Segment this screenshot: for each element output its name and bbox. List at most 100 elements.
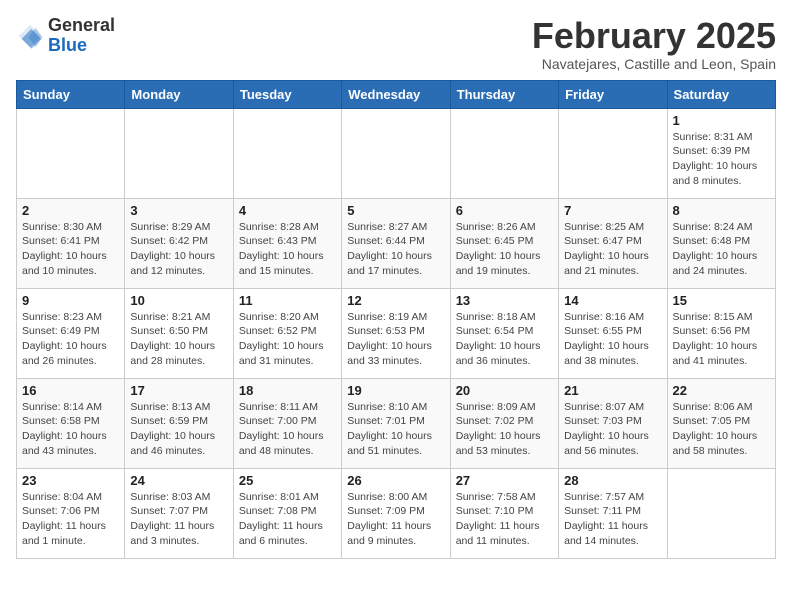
calendar-cell: 17 Sunrise: 8:13 AM Sunset: 6:59 PM Dayli… xyxy=(125,378,233,468)
day-info: Sunrise: 8:23 AM Sunset: 6:49 PM Dayligh… xyxy=(22,310,119,369)
day-number: 16 xyxy=(22,383,119,398)
day-number: 22 xyxy=(673,383,770,398)
day-info: Sunrise: 8:06 AM Sunset: 7:05 PM Dayligh… xyxy=(673,400,770,459)
calendar-cell: 26 Sunrise: 8:00 AM Sunset: 7:09 PM Dayli… xyxy=(342,468,450,558)
calendar-cell: 11 Sunrise: 8:20 AM Sunset: 6:52 PM Dayli… xyxy=(233,288,341,378)
day-info: Sunrise: 8:01 AM Sunset: 7:08 PM Dayligh… xyxy=(239,490,336,549)
day-info: Sunrise: 8:25 AM Sunset: 6:47 PM Dayligh… xyxy=(564,220,661,279)
day-info: Sunrise: 8:16 AM Sunset: 6:55 PM Dayligh… xyxy=(564,310,661,369)
day-number: 1 xyxy=(673,113,770,128)
day-info: Sunrise: 8:20 AM Sunset: 6:52 PM Dayligh… xyxy=(239,310,336,369)
calendar-cell: 16 Sunrise: 8:14 AM Sunset: 6:58 PM Dayli… xyxy=(17,378,125,468)
calendar-week-row: 16 Sunrise: 8:14 AM Sunset: 6:58 PM Dayli… xyxy=(17,378,776,468)
calendar-cell: 28 Sunrise: 7:57 AM Sunset: 7:11 PM Dayli… xyxy=(559,468,667,558)
logo-blue: Blue xyxy=(48,35,87,55)
logo: General Blue xyxy=(16,16,115,56)
day-info: Sunrise: 8:03 AM Sunset: 7:07 PM Dayligh… xyxy=(130,490,227,549)
calendar-cell: 13Sunrise: 8:18 AM Sunset: 6:54 PM Dayli… xyxy=(450,288,558,378)
weekday-header: Thursday xyxy=(450,80,558,108)
day-number: 26 xyxy=(347,473,444,488)
day-info: Sunrise: 8:21 AM Sunset: 6:50 PM Dayligh… xyxy=(130,310,227,369)
logo-icon xyxy=(16,22,44,50)
calendar-subtitle: Navatejares, Castille and Leon, Spain xyxy=(532,56,776,72)
day-number: 12 xyxy=(347,293,444,308)
calendar-cell xyxy=(667,468,775,558)
day-number: 9 xyxy=(22,293,119,308)
title-block: February 2025 Navatejares, Castille and … xyxy=(532,16,776,72)
calendar-cell xyxy=(450,108,558,198)
day-number: 17 xyxy=(130,383,227,398)
weekday-header: Wednesday xyxy=(342,80,450,108)
day-info: Sunrise: 8:09 AM Sunset: 7:02 PM Dayligh… xyxy=(456,400,553,459)
day-number: 5 xyxy=(347,203,444,218)
day-number: 3 xyxy=(130,203,227,218)
day-info: Sunrise: 8:11 AM Sunset: 7:00 PM Dayligh… xyxy=(239,400,336,459)
day-number: 4 xyxy=(239,203,336,218)
day-number: 28 xyxy=(564,473,661,488)
calendar-cell: 23 Sunrise: 8:04 AM Sunset: 7:06 PM Dayli… xyxy=(17,468,125,558)
day-number: 7 xyxy=(564,203,661,218)
day-number: 27 xyxy=(456,473,553,488)
calendar-cell: 1Sunrise: 8:31 AM Sunset: 6:39 PM Daylig… xyxy=(667,108,775,198)
calendar-cell xyxy=(125,108,233,198)
day-info: Sunrise: 7:58 AM Sunset: 7:10 PM Dayligh… xyxy=(456,490,553,549)
calendar-cell: 4 Sunrise: 8:28 AM Sunset: 6:43 PM Daylig… xyxy=(233,198,341,288)
calendar-cell: 12 Sunrise: 8:19 AM Sunset: 6:53 PM Dayli… xyxy=(342,288,450,378)
day-info: Sunrise: 8:26 AM Sunset: 6:45 PM Dayligh… xyxy=(456,220,553,279)
day-number: 19 xyxy=(347,383,444,398)
day-info: Sunrise: 8:27 AM Sunset: 6:44 PM Dayligh… xyxy=(347,220,444,279)
day-number: 15 xyxy=(673,293,770,308)
calendar-cell: 7 Sunrise: 8:25 AM Sunset: 6:47 PM Daylig… xyxy=(559,198,667,288)
calendar-cell: 18 Sunrise: 8:11 AM Sunset: 7:00 PM Dayli… xyxy=(233,378,341,468)
calendar-cell: 8Sunrise: 8:24 AM Sunset: 6:48 PM Daylig… xyxy=(667,198,775,288)
calendar-week-row: 1Sunrise: 8:31 AM Sunset: 6:39 PM Daylig… xyxy=(17,108,776,198)
logo-general: General xyxy=(48,15,115,35)
day-number: 23 xyxy=(22,473,119,488)
calendar-cell: 5 Sunrise: 8:27 AM Sunset: 6:44 PM Daylig… xyxy=(342,198,450,288)
calendar-cell: 3 Sunrise: 8:29 AM Sunset: 6:42 PM Daylig… xyxy=(125,198,233,288)
calendar-cell: 22 Sunrise: 8:06 AM Sunset: 7:05 PM Dayli… xyxy=(667,378,775,468)
day-number: 24 xyxy=(130,473,227,488)
day-info: Sunrise: 7:57 AM Sunset: 7:11 PM Dayligh… xyxy=(564,490,661,549)
calendar-table: SundayMondayTuesdayWednesdayThursdayFrid… xyxy=(16,80,776,559)
calendar-cell: 9 Sunrise: 8:23 AM Sunset: 6:49 PM Daylig… xyxy=(17,288,125,378)
day-number: 13 xyxy=(456,293,553,308)
calendar-cell: 24 Sunrise: 8:03 AM Sunset: 7:07 PM Dayli… xyxy=(125,468,233,558)
day-number: 11 xyxy=(239,293,336,308)
calendar-cell: 15Sunrise: 8:15 AM Sunset: 6:56 PM Dayli… xyxy=(667,288,775,378)
weekday-header: Saturday xyxy=(667,80,775,108)
calendar-cell: 2 Sunrise: 8:30 AM Sunset: 6:41 PM Daylig… xyxy=(17,198,125,288)
calendar-title: February 2025 xyxy=(532,16,776,56)
page-header: General Blue February 2025 Navatejares, … xyxy=(16,16,776,72)
day-number: 21 xyxy=(564,383,661,398)
calendar-cell xyxy=(559,108,667,198)
day-info: Sunrise: 8:04 AM Sunset: 7:06 PM Dayligh… xyxy=(22,490,119,549)
day-number: 10 xyxy=(130,293,227,308)
day-info: Sunrise: 8:10 AM Sunset: 7:01 PM Dayligh… xyxy=(347,400,444,459)
logo-text: General Blue xyxy=(48,16,115,56)
weekday-header: Tuesday xyxy=(233,80,341,108)
calendar-cell: 6Sunrise: 8:26 AM Sunset: 6:45 PM Daylig… xyxy=(450,198,558,288)
calendar-week-row: 9 Sunrise: 8:23 AM Sunset: 6:49 PM Daylig… xyxy=(17,288,776,378)
weekday-header: Monday xyxy=(125,80,233,108)
day-info: Sunrise: 8:30 AM Sunset: 6:41 PM Dayligh… xyxy=(22,220,119,279)
weekday-header-row: SundayMondayTuesdayWednesdayThursdayFrid… xyxy=(17,80,776,108)
day-number: 14 xyxy=(564,293,661,308)
day-info: Sunrise: 8:14 AM Sunset: 6:58 PM Dayligh… xyxy=(22,400,119,459)
day-info: Sunrise: 8:00 AM Sunset: 7:09 PM Dayligh… xyxy=(347,490,444,549)
day-info: Sunrise: 8:29 AM Sunset: 6:42 PM Dayligh… xyxy=(130,220,227,279)
calendar-cell: 20 Sunrise: 8:09 AM Sunset: 7:02 PM Dayli… xyxy=(450,378,558,468)
day-number: 8 xyxy=(673,203,770,218)
calendar-week-row: 23 Sunrise: 8:04 AM Sunset: 7:06 PM Dayli… xyxy=(17,468,776,558)
day-info: Sunrise: 8:07 AM Sunset: 7:03 PM Dayligh… xyxy=(564,400,661,459)
day-number: 25 xyxy=(239,473,336,488)
calendar-cell: 25 Sunrise: 8:01 AM Sunset: 7:08 PM Dayli… xyxy=(233,468,341,558)
day-number: 2 xyxy=(22,203,119,218)
day-info: Sunrise: 8:13 AM Sunset: 6:59 PM Dayligh… xyxy=(130,400,227,459)
day-number: 18 xyxy=(239,383,336,398)
calendar-cell xyxy=(17,108,125,198)
day-number: 20 xyxy=(456,383,553,398)
calendar-cell xyxy=(342,108,450,198)
day-info: Sunrise: 8:28 AM Sunset: 6:43 PM Dayligh… xyxy=(239,220,336,279)
day-info: Sunrise: 8:19 AM Sunset: 6:53 PM Dayligh… xyxy=(347,310,444,369)
